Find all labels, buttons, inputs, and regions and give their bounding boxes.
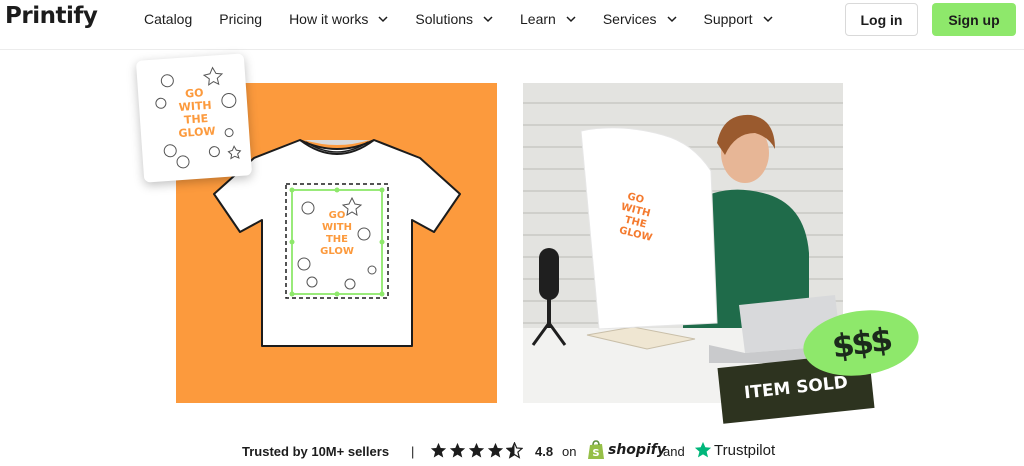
and-text: and <box>663 444 685 459</box>
nav-item-support[interactable]: Support <box>704 11 773 27</box>
nav-item-solutions[interactable]: Solutions <box>415 11 493 27</box>
nav-item-label: Services <box>602 11 657 27</box>
printify-logo[interactable]: Printify <box>5 3 98 29</box>
svg-text:GO: GO <box>329 210 346 221</box>
design-preview-card: GO WITH THE GLOW <box>135 53 253 183</box>
chevron-down-icon <box>566 16 576 23</box>
design-artwork: GO WITH THE GLOW <box>155 66 242 169</box>
nav-item-label: Support <box>703 11 753 27</box>
nav-item-label: How it works <box>289 11 369 27</box>
chevron-down-icon <box>763 16 773 23</box>
star-half-icon <box>506 442 523 459</box>
star-icon <box>468 442 485 458</box>
shopify-badge[interactable]: S shopify <box>587 440 666 460</box>
trust-separator: | <box>411 444 415 459</box>
svg-text:GLOW: GLOW <box>320 246 354 257</box>
trustpilot-label: Trustpilot <box>714 441 776 459</box>
chevron-down-icon <box>483 16 493 23</box>
chevron-down-icon <box>666 16 677 23</box>
nav-item-learn[interactable]: Learn <box>520 11 576 27</box>
svg-text:THE: THE <box>326 234 348 245</box>
svg-text:WITH: WITH <box>322 222 352 233</box>
nav-divider <box>0 49 1024 50</box>
shopify-bag-icon: S <box>588 440 604 459</box>
nav-item-pricing[interactable]: Pricing <box>219 11 262 27</box>
photo-illustration: GO WITH THE GLOW <box>523 83 843 403</box>
nav-item-label: Catalog <box>144 11 193 27</box>
login-button[interactable]: Log in <box>845 3 918 36</box>
svg-text:GLOW: GLOW <box>178 125 216 141</box>
seller-photo: GO WITH THE GLOW <box>523 83 843 403</box>
star-icon <box>487 442 504 458</box>
trusted-by-text: Trusted by 10M+ sellers <box>242 444 390 459</box>
star-icon <box>430 442 447 458</box>
on-text: on <box>562 444 577 459</box>
chevron-down-icon <box>378 16 388 23</box>
nav-item-label: Pricing <box>219 11 263 27</box>
rating-value: 4.8 <box>535 444 554 459</box>
shopify-label: shopify <box>608 442 666 458</box>
signup-button[interactable]: Sign up <box>932 3 1016 36</box>
svg-text:S: S <box>592 448 599 459</box>
trust-bar: Trusted by 10M+ sellers | 4.8 on S shopi… <box>0 440 1024 464</box>
rating-stars <box>430 442 525 459</box>
star-icon <box>449 442 466 458</box>
nav-item-label: Solutions <box>415 11 474 27</box>
nav-item-how-it-works[interactable]: How it works <box>289 11 388 27</box>
nav-menu: Catalog Pricing How it works Solutions L… <box>144 0 800 38</box>
trustpilot-badge[interactable]: Trustpilot <box>694 441 775 459</box>
trustpilot-star-icon <box>694 441 712 458</box>
nav-item-catalog[interactable]: Catalog <box>144 11 192 27</box>
nav-item-services[interactable]: Services <box>603 11 677 27</box>
top-navigation: Printify Catalog Pricing How it works So… <box>0 0 1024 40</box>
nav-item-label: Learn <box>520 11 556 27</box>
